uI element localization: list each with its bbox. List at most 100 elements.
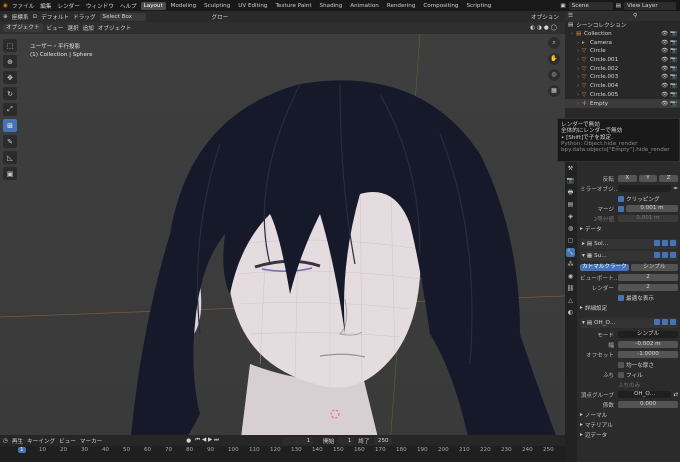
outliner-item[interactable]: › ▽ Circle.004 👁 📷 [565, 82, 680, 91]
visibility-icon[interactable]: 👁 📷 [661, 74, 677, 80]
tab-scripting[interactable]: Scripting [463, 2, 494, 10]
physics-tab-icon[interactable]: ◉ [566, 272, 575, 281]
tab-sculpting[interactable]: Sculpting [201, 2, 233, 10]
menu-help[interactable]: ヘルプ [118, 2, 139, 10]
menu-keying[interactable]: キーイング [27, 437, 55, 445]
timeline-editor-icon[interactable]: ◷ [3, 438, 8, 444]
thickness-field[interactable]: -0.002 m [618, 341, 678, 348]
outliner-editor-icon[interactable]: ☰ [568, 13, 573, 19]
scale-tool-icon[interactable]: ⤢ [3, 103, 17, 116]
tab-texture-paint[interactable]: Texture Paint [272, 2, 314, 10]
view-layer-tab-icon[interactable]: ▤ [566, 200, 575, 209]
transform-global-dropdown[interactable]: グロー [212, 13, 229, 21]
outliner-item[interactable]: › ✛ Empty 👁 📷 [565, 99, 680, 108]
outliner-item[interactable]: › ▽ Circle.001 👁 📷 [565, 56, 680, 65]
filter-icon[interactable]: ⚲ [633, 13, 637, 19]
menu-view[interactable]: ビュー [47, 24, 64, 32]
menu-add[interactable]: 追加 [83, 24, 94, 32]
move-tool-icon[interactable]: ✥ [3, 71, 17, 84]
even-thickness-checkbox[interactable] [618, 361, 624, 368]
visibility-icon[interactable]: 👁 📷 [661, 40, 677, 46]
annotate-tool-icon[interactable]: ✎ [3, 135, 17, 148]
visibility-icon[interactable]: 👁 📷 [661, 101, 677, 107]
modifier-name-field[interactable]: Su… [594, 253, 607, 259]
visibility-icon[interactable]: 👁 📷 [661, 57, 677, 63]
solidify-modifier-2-header[interactable]: ▾ ▤ OH_O… [580, 318, 678, 328]
levels-viewport-field[interactable]: 2 [618, 274, 678, 281]
simple-tab[interactable]: シンプル [630, 264, 678, 271]
menu-select[interactable]: 選択 [67, 24, 78, 32]
orientation-dropdown[interactable]: デフォルト [41, 13, 69, 21]
end-frame-field[interactable]: 250 [373, 436, 392, 445]
vertex-group-field[interactable]: OH_O… [618, 391, 672, 398]
zoom-icon[interactable]: ⌕ [548, 37, 560, 49]
start-frame-field[interactable]: 1 [338, 436, 355, 445]
collapse-icon[interactable]: ▾ [582, 253, 585, 259]
render-tab-icon[interactable]: 📷 [566, 176, 575, 185]
rotate-tool-icon[interactable]: ↻ [3, 87, 17, 100]
data-tab-icon[interactable]: △ [566, 296, 575, 305]
rim-only-label[interactable]: ふちのみ [618, 381, 640, 389]
cursor-tool-icon[interactable]: ⊕ [3, 55, 17, 68]
outliner-item[interactable]: › ▽ Circle.003 👁 📷 [565, 73, 680, 82]
add-cube-tool-icon[interactable]: ▣ [3, 167, 17, 180]
tab-compositing[interactable]: Compositing [420, 2, 461, 10]
record-icon[interactable]: ● [186, 438, 191, 444]
tab-layout[interactable]: Layout [140, 1, 166, 10]
camera-view-icon[interactable]: ◎ [548, 69, 560, 81]
options-dropdown[interactable]: オプション [531, 13, 559, 21]
perspective-icon[interactable]: ▦ [548, 85, 560, 97]
scene-field[interactable]: Scene [568, 1, 613, 10]
advanced-panel[interactable]: ▸ 詳細設定 [580, 303, 678, 312]
output-tab-icon[interactable]: 🖶 [566, 188, 575, 197]
invert-icon[interactable]: ⇄ [673, 392, 678, 398]
object-mode-dropdown[interactable]: オブジェクト [3, 24, 43, 32]
shading-mode-icon[interactable]: ◐◑●◯ [530, 25, 559, 31]
menu-marker[interactable]: マーカー [80, 437, 102, 445]
pivot-icon[interactable]: ⊡ [32, 14, 37, 20]
menu-window[interactable]: ウィンドウ [84, 2, 116, 10]
modifier-name-field[interactable]: OH_O… [594, 320, 615, 326]
transform-tool-icon[interactable]: ⊞ [3, 119, 17, 132]
tab-modeling[interactable]: Modeling [168, 2, 199, 10]
solidify-modifier-header[interactable]: ▸ ▤ Sol… [580, 239, 678, 249]
fill-checkbox[interactable] [618, 371, 624, 378]
current-frame-field[interactable]: 1 [283, 436, 314, 445]
optimal-display-checkbox[interactable] [618, 294, 624, 301]
merge-distance-field[interactable]: 0.001 m [626, 205, 678, 212]
levels-render-field[interactable]: 2 [618, 284, 678, 291]
viewport-render[interactable] [0, 34, 565, 435]
tab-rendering[interactable]: Rendering [384, 2, 419, 10]
playback-controls-icon[interactable]: ⏮ ◀ ▶ ⏭ [195, 437, 219, 444]
mode-dropdown[interactable]: シンプル [618, 331, 678, 338]
tool-tab-icon[interactable]: ⚒ [566, 164, 575, 173]
menu-render[interactable]: レンダー [55, 2, 81, 10]
select-box-dropdown[interactable]: Select Box [99, 12, 146, 21]
mirror-object-field[interactable] [618, 185, 672, 192]
normals-panel[interactable]: ▸ ノーマル [580, 410, 678, 419]
edge-data-panel[interactable]: ▸ 辺データ [580, 430, 678, 439]
particles-tab-icon[interactable]: ⁂ [566, 260, 575, 269]
blender-logo-icon[interactable]: ◉ [3, 3, 8, 9]
view-layer-field[interactable]: View Layer [624, 1, 676, 10]
factor-field[interactable]: 0.000 [618, 401, 678, 408]
collapse-icon[interactable]: ▾ [582, 320, 585, 326]
materials-panel[interactable]: ▸ マテリアル [580, 420, 678, 429]
constraints-tab-icon[interactable]: ⛓ [566, 284, 575, 293]
tab-shading[interactable]: Shading [317, 2, 346, 10]
modifier-name-field[interactable]: Sol… [594, 241, 608, 247]
mirror-z-toggle[interactable]: Z [659, 175, 679, 182]
timeline-ruler[interactable]: 1 10 20 30 40 50 60 70 80 90 100 110 120 130 140 150 160… [0, 446, 565, 462]
coords-dropdown[interactable]: 座標系 [12, 13, 29, 21]
material-tab-icon[interactable]: ◐ [566, 308, 575, 317]
select-tool-icon[interactable]: ⬚ [3, 39, 17, 52]
modifier-tab-icon[interactable]: 🔧 [566, 248, 575, 257]
subdivision-modifier-header[interactable]: ▾ ▦ Su… [580, 251, 678, 261]
outliner-item[interactable]: › ▤ Collection 👁 📷 [565, 30, 680, 39]
offset-field[interactable]: -1.0000 [618, 351, 678, 358]
collapse-icon[interactable]: ▸ [582, 241, 585, 247]
3d-viewport[interactable]: ⊕ 座標系 ⊡ デフォルト ドラッグ Select Box グロー オプション … [0, 11, 565, 435]
menu-timeline-view[interactable]: ビュー [59, 437, 76, 445]
mirror-y-toggle[interactable]: Y [638, 175, 658, 182]
outliner-item[interactable]: › ▸ Camera 👁 📷 [565, 38, 680, 47]
